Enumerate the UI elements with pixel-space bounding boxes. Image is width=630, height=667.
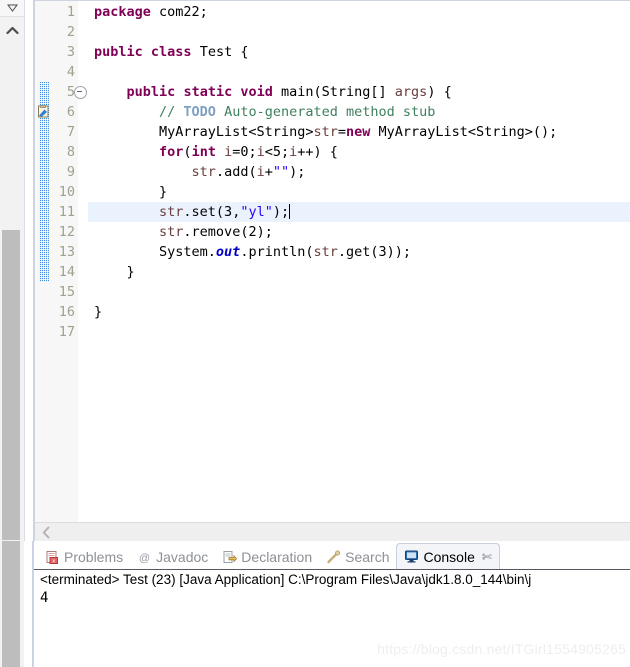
code-line[interactable]: MyArrayList<String>str=new MyArrayList<S… [88, 122, 630, 142]
code-line[interactable]: System.out.println(str.get(3)); [88, 242, 630, 262]
tab-declaration[interactable]: Declaration [215, 545, 319, 569]
code-line[interactable]: str.set(3,"yl"); [88, 202, 630, 222]
eclipse-workbench: 1 2 3 4 5 6 7 8 9 10 11 12 13 14 15 16 17 package com22;… [0, 0, 630, 667]
line-number: 8 [66, 144, 75, 160]
chevron-up-glyph [5, 26, 19, 34]
bottom-rail-scrollbar-thumb[interactable] [2, 541, 20, 667]
line-number-ruler: 1 2 3 4 5 6 7 8 9 10 11 12 13 14 15 16 17 [49, 1, 87, 522]
line-number: 12 [58, 224, 75, 240]
tab-search[interactable]: Search [319, 545, 396, 569]
view-tab-bar[interactable]: x Problems @ Javadoc Declaration Search Consol… [34, 541, 630, 569]
tab-problems[interactable]: x Problems [38, 545, 130, 569]
line-number: 5 [49, 82, 87, 102]
line-number: 2 [66, 24, 75, 40]
line-number: 9 [66, 164, 75, 180]
console-output-area[interactable]: <terminated> Test (23) [Java Application… [34, 569, 630, 667]
svg-text:@: @ [139, 552, 150, 564]
code-line[interactable] [88, 282, 630, 302]
fold-collapse-icon[interactable] [74, 86, 87, 99]
chevron-up-icon[interactable] [0, 17, 24, 43]
code-line[interactable] [88, 62, 630, 82]
bottom-rail-separator [24, 541, 33, 667]
code-line[interactable]: str.remove(2); [88, 222, 630, 242]
line-number: 6 [66, 104, 75, 120]
code-line[interactable]: // TODO Auto-generated method stub [88, 102, 630, 122]
line-number: 16 [58, 304, 75, 320]
rail-scrollbar-thumb[interactable] [2, 230, 20, 540]
line-number: 7 [66, 124, 75, 140]
line-number: 11 [58, 204, 75, 220]
tab-javadoc[interactable]: @ Javadoc [130, 545, 215, 569]
search-icon [326, 550, 341, 565]
watermark-text: https://blog.csdn.net/ITGirl1554905265 [377, 641, 626, 657]
bottom-left-rail [0, 541, 24, 667]
line-number: 4 [66, 64, 75, 80]
tab-label: Console [423, 548, 475, 565]
code-line[interactable] [88, 322, 630, 342]
code-editor[interactable]: 1 2 3 4 5 6 7 8 9 10 11 12 13 14 15 16 17 package com22;… [34, 0, 630, 541]
scroll-left-chevron-icon[interactable] [35, 523, 57, 541]
restore-triangle-glyph [6, 4, 18, 12]
line-number: 13 [58, 244, 75, 260]
editor-horizontal-scrollbar[interactable] [35, 522, 630, 541]
code-line[interactable]: public static void main(String[] args) { [88, 82, 630, 102]
declaration-icon [222, 550, 238, 565]
problems-icon: x [45, 550, 60, 565]
left-minimized-view-rail[interactable] [0, 0, 25, 541]
declaration-icon-glyph [223, 550, 238, 563]
line-number: 1 [66, 4, 75, 20]
line-number: 10 [58, 184, 75, 200]
code-line[interactable]: } [88, 182, 630, 202]
tab-label: Search [345, 549, 390, 565]
bottom-panel: x Problems @ Javadoc Declaration Search Consol… [0, 541, 630, 667]
line-number: 14 [58, 264, 75, 280]
code-line[interactable]: str.add(i+""); [88, 162, 630, 182]
annotation-gutter[interactable] [35, 1, 49, 522]
code-line[interactable]: } [88, 262, 630, 282]
code-line[interactable]: } [88, 302, 630, 322]
tab-label: Declaration [241, 549, 313, 565]
text-caret [289, 204, 291, 219]
line-number: 3 [66, 44, 75, 60]
restore-triangle-icon[interactable] [0, 0, 24, 17]
console-icon-glyph [405, 550, 419, 563]
code-text-area[interactable]: package com22; public class Test { publi… [88, 1, 630, 522]
console-process-header: <terminated> Test (23) [Java Application… [40, 572, 532, 587]
javadoc-icon-glyph: @ [139, 552, 150, 564]
console-output-text: 4 [40, 590, 49, 606]
code-line[interactable] [88, 22, 630, 42]
tab-label: Problems [64, 549, 124, 565]
svg-text:x: x [52, 558, 55, 564]
ruler-code-spacer [78, 1, 88, 522]
code-line[interactable]: for(int i=0;i<5;i++) { [88, 142, 630, 162]
tab-console[interactable]: Console ✄ [396, 543, 500, 569]
upper-region: 1 2 3 4 5 6 7 8 9 10 11 12 13 14 15 16 17 package com22;… [0, 0, 630, 541]
line-number: 15 [58, 284, 75, 300]
console-view-stack: x Problems @ Javadoc Declaration Search Consol… [33, 541, 630, 667]
code-line[interactable]: public class Test { [88, 42, 630, 62]
problems-icon-glyph: x [46, 550, 58, 564]
scroll-left-chevron-glyph [42, 526, 49, 538]
line-number: 17 [58, 324, 75, 340]
rail-editor-separator [25, 0, 34, 541]
javadoc-icon: @ [137, 550, 152, 565]
editor-body[interactable]: 1 2 3 4 5 6 7 8 9 10 11 12 13 14 15 16 17 package com22;… [35, 1, 630, 522]
search-icon-glyph [327, 550, 341, 563]
console-icon [404, 549, 419, 564]
code-line[interactable]: package com22; [88, 2, 630, 22]
close-icon[interactable]: ✄ [482, 550, 492, 564]
tab-label: Javadoc [156, 549, 209, 565]
